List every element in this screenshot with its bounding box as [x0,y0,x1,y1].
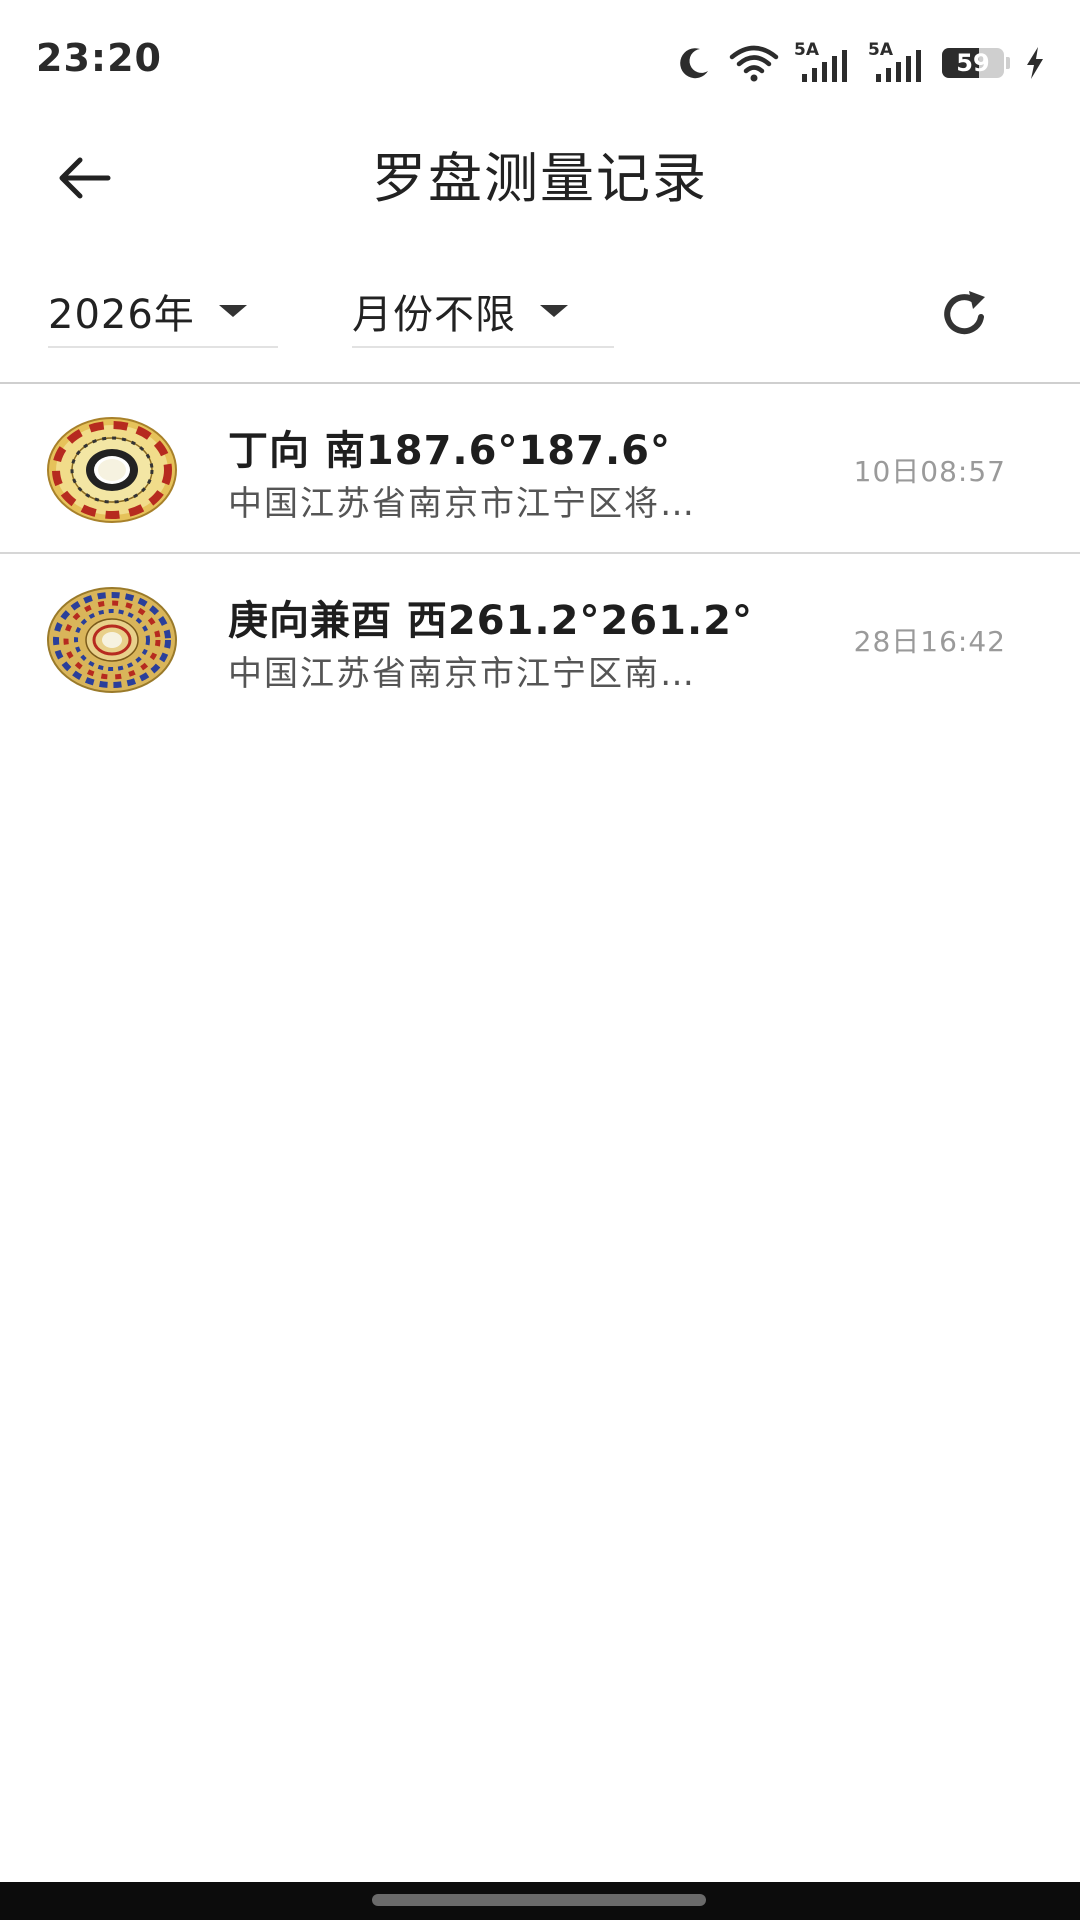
compass-thumbnail-icon [47,587,177,693]
status-time: 23:20 [36,36,162,80]
battery-cap [1006,57,1010,69]
caret-down-icon [218,305,247,317]
refresh-icon [944,291,985,335]
record-list: 丁向 南187.6°187.6° 中国江苏省南京市江宁区将… 10日08:57 … [0,384,1080,724]
compass-thumbnail-icon [47,417,177,523]
battery-icon: 59 [942,48,1010,78]
year-dropdown[interactable]: 2026年 [48,276,278,348]
moon-icon [674,43,714,83]
list-item[interactable]: 庚向兼酉 西261.2°261.2° 中国江苏省南京市江宁区南… 28日16:4… [0,554,1080,724]
cellular-signal-icon: 5A [794,42,854,84]
record-address: 中国江苏省南京市江宁区南… [228,654,696,694]
system-nav-bar [0,1882,1080,1920]
wifi-icon [728,43,780,83]
list-item[interactable]: 丁向 南187.6°187.6° 中国江苏省南京市江宁区将… 10日08:57 [0,384,1080,554]
refresh-button[interactable] [930,280,1000,350]
caret-down-icon [540,305,568,317]
charging-bolt-icon [1024,45,1046,81]
month-dropdown-label: 月份不限 [352,292,516,338]
record-address: 中国江苏省南京市江宁区将… [228,484,696,524]
record-title: 庚向兼酉 西261.2°261.2° [228,598,753,644]
record-title: 丁向 南187.6°187.6° [228,428,671,474]
cellular-signal-icon: 5A [868,42,928,84]
screen: 23:20 5A 5A 59 罗盘测量记录 2026年 月份不限 丁向 南187… [0,0,1080,1920]
record-time: 10日08:57 [853,455,1006,488]
status-icons: 5A 5A 59 [674,42,1046,84]
status-bar: 23:20 5A 5A 59 [0,0,1080,120]
filter-bar: 2026年 月份不限 [0,260,1080,370]
page-title: 罗盘测量记录 [372,147,708,210]
year-dropdown-label: 2026年 [48,292,195,338]
battery-level: 59 [956,49,990,77]
home-indicator[interactable] [372,1894,706,1906]
record-time: 28日16:42 [853,625,1006,658]
app-bar: 罗盘测量记录 [0,110,1080,230]
month-dropdown[interactable]: 月份不限 [352,276,614,348]
